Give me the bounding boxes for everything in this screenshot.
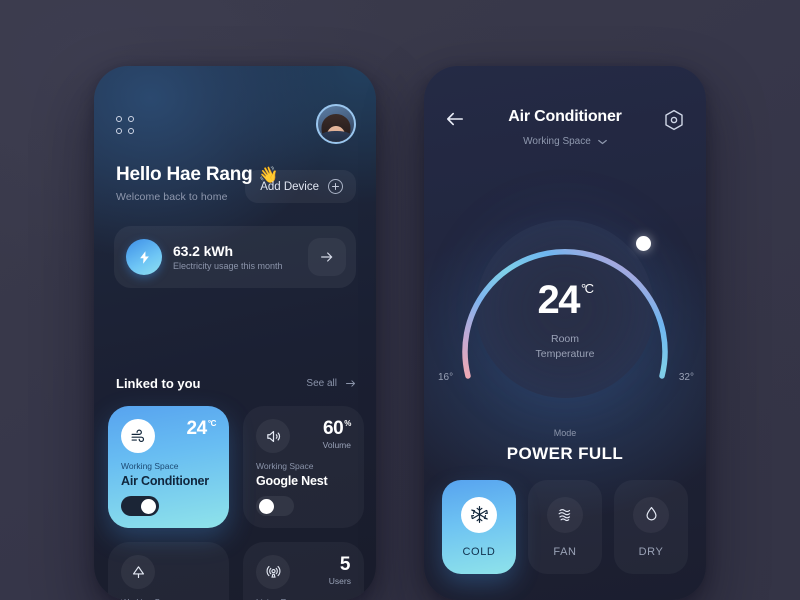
device-value-row: 5: [340, 555, 351, 574]
device-card-desk-lamp[interactable]: Working Space Desk Lamp: [108, 542, 229, 600]
temperature-dial[interactable]: 24 °C Room Temperature 16° 32°: [438, 194, 694, 424]
device-card-top: 60 % Volume: [256, 419, 351, 453]
room-label: Working Space: [523, 136, 591, 147]
user-avatar[interactable]: [316, 104, 356, 144]
device-toggle-air-conditioner[interactable]: [121, 496, 159, 516]
mode-value: POWER FULL: [506, 444, 624, 463]
device-detail-phone: Air Conditioner Working Space 24 °C Room…: [424, 66, 706, 600]
dial-handle[interactable]: [636, 236, 651, 251]
linked-section-header: Linked to you See all: [116, 376, 356, 391]
mode-caption: Mode: [553, 428, 577, 438]
speaker-icon: [256, 419, 290, 453]
energy-value: 63.2 kWh: [173, 243, 233, 259]
mode-options-row: COLD FAN DRY: [442, 480, 688, 574]
device-value: 5: [339, 554, 351, 575]
device-value-row: 60 %: [323, 419, 351, 438]
wind-icon: [121, 419, 155, 453]
temperature-label-line1: Room: [550, 333, 579, 345]
device-value: 60: [322, 418, 344, 439]
device-value-block: 60 % Volume: [322, 419, 352, 450]
device-value-row: [215, 567, 216, 568]
dial-max-label: 32°: [678, 372, 694, 383]
lightning-bolt-icon: [126, 239, 162, 275]
device-unit: %: [344, 419, 351, 428]
device-value-caption: Users: [328, 576, 351, 586]
device-name: Air Conditioner: [121, 474, 209, 488]
plus-circle-icon: [328, 179, 343, 194]
see-all-link[interactable]: See all: [306, 378, 356, 389]
see-all-label: See all: [306, 378, 337, 389]
room-selector[interactable]: Working Space: [424, 136, 706, 147]
energy-caption: Electricity usage this month: [173, 261, 283, 271]
energy-usage-card[interactable]: 63.2 kWh Electricity usage this month: [114, 226, 356, 288]
device-value: 24: [186, 418, 207, 439]
grid-dots-icon[interactable]: [116, 116, 136, 136]
chevron-down-icon: [597, 139, 607, 144]
mode-button-label: DRY: [638, 545, 664, 558]
device-value-block: 5 Users: [329, 555, 351, 586]
device-value-caption: Volume: [322, 440, 351, 450]
device-value-row: 24 °C: [186, 419, 216, 438]
app-screenshot: Hello Hae Rang 👋 Welcome back to home Ad…: [0, 0, 800, 600]
mode-button-fan[interactable]: FAN: [528, 480, 602, 574]
device-card-grid: 24 °C Working Space Air Conditioner 60 %…: [108, 406, 364, 600]
device-room: Working Space: [121, 461, 179, 471]
device-card-top: 5 Users: [256, 555, 351, 589]
water-drop-icon: [633, 496, 669, 533]
add-device-button[interactable]: Add Device: [245, 170, 356, 203]
temperature-unit: °C: [580, 281, 594, 296]
device-unit: °C: [207, 419, 217, 428]
router-signal-icon: [256, 555, 290, 589]
device-value-block: 24 °C: [186, 419, 216, 438]
device-value-block: [215, 555, 216, 571]
mode-button-label: FAN: [553, 545, 577, 558]
section-title: Linked to you: [116, 376, 201, 391]
lamp-icon: [121, 555, 155, 589]
waves-fan-icon: [547, 496, 583, 533]
device-card-google-nest[interactable]: 60 % Volume Working Space Google Nest: [243, 406, 364, 528]
device-card-mi-router-5[interactable]: 5 Users Living Room Mi Router 5: [243, 542, 364, 600]
device-card-air-conditioner[interactable]: 24 °C Working Space Air Conditioner: [108, 406, 229, 528]
see-all-arrow-right-icon: [346, 380, 355, 387]
device-toggle-google-nest[interactable]: [256, 496, 294, 516]
toggle-knob: [259, 498, 274, 514]
dial-min-label: 16°: [438, 372, 454, 383]
temperature-readout: 24 °C Room Temperature: [450, 280, 680, 362]
temperature-label: Room Temperature: [450, 332, 680, 362]
add-device-label: Add Device: [260, 180, 319, 193]
temperature-value-row: 24 °C: [537, 278, 594, 322]
device-room: Working Space: [256, 461, 314, 471]
device-card-top: [121, 555, 216, 589]
greeting-text: Hello Hae Rang: [116, 164, 253, 185]
energy-text: 63.2 kWh Electricity usage this month: [173, 243, 297, 271]
toggle-knob: [141, 498, 156, 514]
mode-button-dry[interactable]: DRY: [614, 480, 688, 574]
device-meta: Working Space Google Nest: [256, 461, 328, 488]
energy-arrow-right-icon[interactable]: [308, 238, 346, 276]
home-screen-phone: Hello Hae Rang 👋 Welcome back to home Ad…: [94, 66, 376, 600]
avatar-body: [319, 131, 353, 142]
temperature-value: 24: [537, 278, 580, 322]
temperature-label-line2: Temperature: [535, 348, 595, 361]
mode-button-label: COLD: [462, 545, 496, 558]
device-name: Google Nest: [256, 474, 328, 488]
mode-button-cold[interactable]: COLD: [442, 480, 516, 574]
device-meta: Working Space Air Conditioner: [121, 461, 209, 488]
snowflake-icon: [461, 496, 497, 533]
gear-hex-icon[interactable]: [662, 108, 686, 132]
device-card-top: 24 °C: [121, 419, 216, 453]
